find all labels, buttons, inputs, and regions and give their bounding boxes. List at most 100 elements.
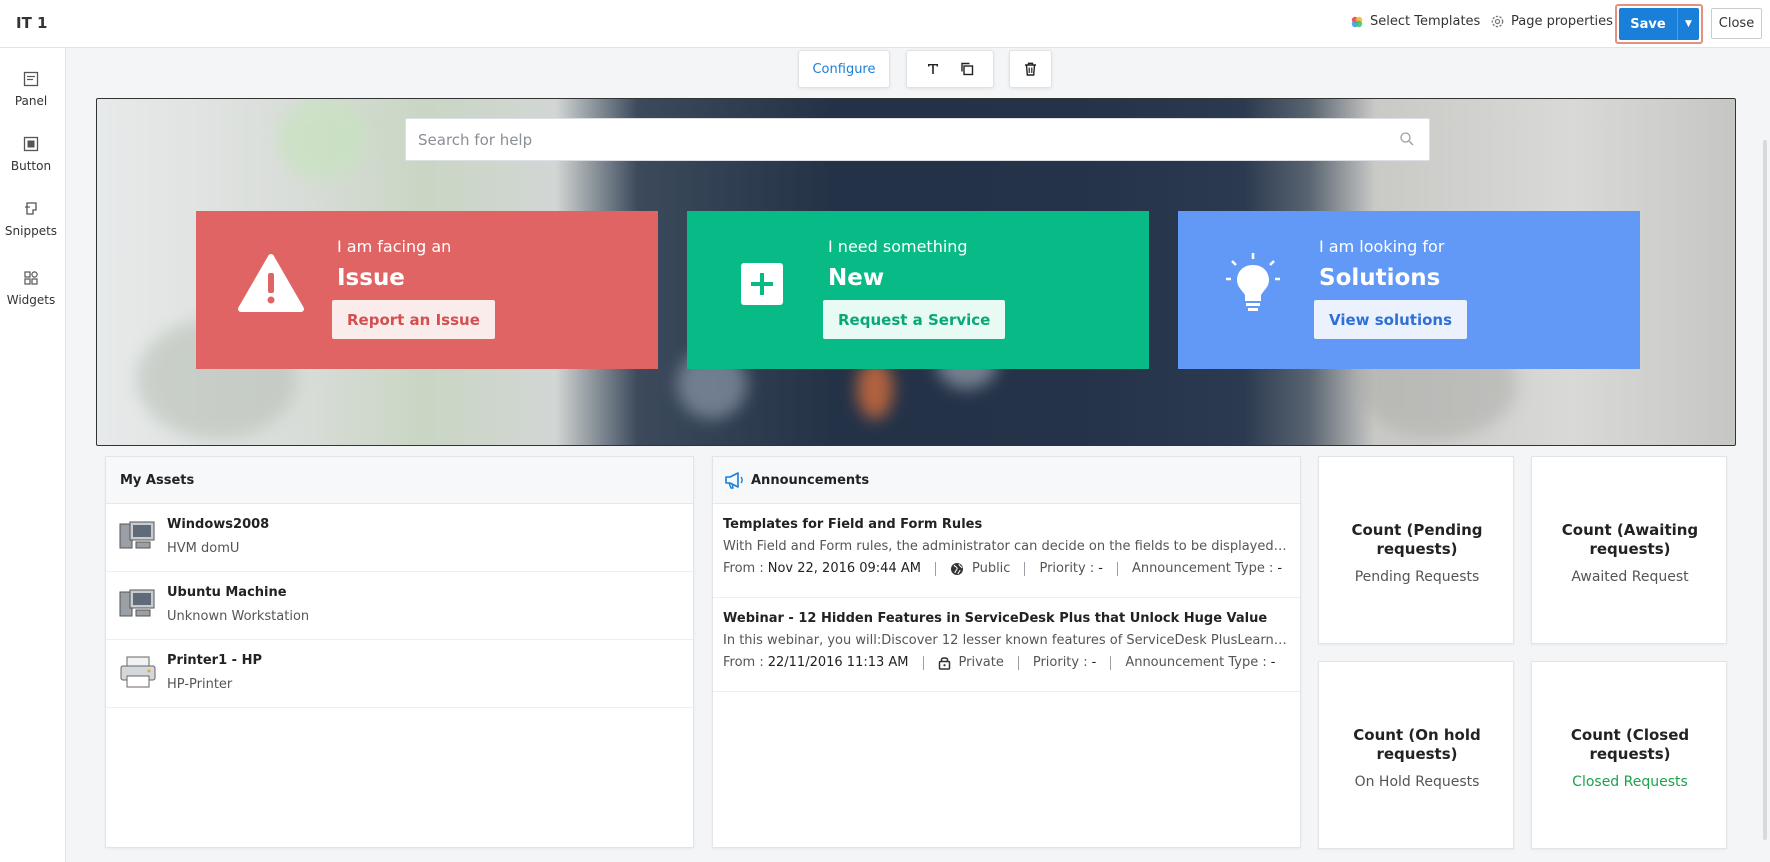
panel-title: My Assets [106, 457, 693, 504]
card-title: Issue [337, 265, 405, 291]
count-awaiting-widget[interactable]: Count (Awaiting requests) Awaited Reques… [1531, 456, 1727, 644]
help-search [405, 118, 1430, 161]
announcement-title: Templates for Field and Form Rules [723, 517, 983, 532]
button-icon [23, 136, 39, 152]
sidebar-item-label: Snippets [4, 224, 58, 238]
count-subtitle: Closed Requests [1572, 774, 1688, 790]
visibility-label: Private [958, 655, 1004, 670]
gear-icon [1491, 15, 1504, 28]
sidebar: Panel Button Snippets Widgets [0, 48, 66, 862]
delete-button[interactable] [1009, 50, 1052, 88]
sidebar-item-widgets[interactable]: Widgets [0, 269, 62, 307]
count-title: Count (On hold requests) [1353, 726, 1481, 763]
card-pretitle: I need something [828, 237, 968, 256]
chevron-down-icon: ▼ [1685, 19, 1692, 29]
search-input[interactable] [406, 119, 1366, 160]
card-title: New [828, 265, 885, 291]
asset-name: Ubuntu Machine [167, 585, 287, 600]
asset-row[interactable]: Windows2008 HVM domU [106, 504, 693, 572]
text-format-icon[interactable] [925, 61, 941, 77]
page-properties-button[interactable]: Page properties [1490, 14, 1613, 29]
from-value: 22/11/2016 11:13 AM [767, 655, 909, 670]
hero-banner: I am facing an Issue Report an Issue I n… [96, 98, 1736, 446]
view-solutions-button[interactable]: View solutions [1314, 300, 1468, 339]
sidebar-item-button[interactable]: Button [0, 135, 62, 173]
widgets-icon [24, 271, 38, 285]
lock-icon [938, 657, 950, 670]
count-closed-widget[interactable]: Count (Closed requests) Closed Requests [1531, 661, 1727, 849]
priority-value: - [1098, 561, 1103, 576]
count-pending-widget[interactable]: Count (Pending requests) Pending Request… [1318, 456, 1514, 644]
solutions-card: I am looking for Solutions View solution… [1178, 211, 1640, 369]
request-service-button[interactable]: Request a Service [823, 300, 1006, 339]
announcement-type-label: Announcement Type : [1131, 561, 1274, 576]
asset-name: Printer1 - HP [167, 653, 262, 668]
announcement-item[interactable]: Webinar - 12 Hidden Features in ServiceD… [713, 598, 1300, 692]
select-templates-button[interactable]: Select Templates [1350, 14, 1480, 29]
announcements-panel: Announcements Templates for Field and Fo… [712, 456, 1301, 848]
close-button[interactable]: Close [1711, 8, 1762, 39]
card-pretitle: I am facing an [337, 237, 452, 256]
snippets-icon [25, 202, 37, 215]
asset-name: Windows2008 [167, 517, 270, 532]
issue-card: I am facing an Issue Report an Issue [196, 211, 658, 369]
announcement-type-value: - [1270, 655, 1276, 670]
priority-label: Priority : [1032, 655, 1088, 670]
save-dropdown-button[interactable]: ▼ [1677, 8, 1699, 40]
asset-type: HVM domU [167, 541, 240, 556]
search-icon[interactable] [1399, 131, 1415, 147]
divider [934, 561, 936, 576]
asset-row[interactable]: Printer1 - HP HP-Printer [106, 640, 693, 708]
count-on-hold-widget[interactable]: Count (On hold requests) On Hold Request… [1318, 661, 1514, 849]
report-issue-button[interactable]: Report an Issue [332, 300, 495, 339]
globe-icon [950, 562, 963, 575]
sidebar-item-snippets[interactable]: Snippets [0, 200, 62, 238]
announcement-item[interactable]: Templates for Field and Form Rules With … [713, 504, 1300, 598]
count-subtitle: Awaited Request [1571, 569, 1689, 585]
color-palette-icon [1351, 16, 1363, 27]
sidebar-item-label: Panel [14, 94, 48, 108]
from-label: From : [723, 561, 764, 576]
asset-type: Unknown Workstation [167, 609, 310, 624]
from-label: From : [723, 655, 764, 670]
announcement-description: With Field and Form rules, the administr… [723, 539, 1288, 554]
asset-row[interactable]: Ubuntu Machine Unknown Workstation [106, 572, 693, 640]
configure-label: Configure [812, 61, 876, 77]
announcement-meta: From : Nov 22, 2016 09:44 AM Public Prio… [723, 561, 1282, 576]
page-title: IT 1 [16, 14, 48, 32]
card-title: Solutions [1319, 265, 1441, 291]
text-tools [906, 50, 994, 88]
divider [922, 655, 924, 670]
divider [1116, 561, 1118, 576]
announcement-type-label: Announcement Type : [1125, 655, 1267, 670]
select-templates-label: Select Templates [1370, 14, 1481, 29]
save-button-highlight: Save ▼ [1615, 4, 1703, 44]
top-header: IT 1 Select Templates Page properties Sa… [0, 0, 1770, 48]
copy-icon[interactable] [959, 61, 975, 77]
background-blur [277, 99, 367, 179]
panel-icon [23, 71, 39, 87]
count-title: Count (Awaiting requests) [1561, 521, 1699, 558]
panel-header: Announcements [713, 457, 1300, 504]
new-request-card: I need something New Request a Service [687, 211, 1149, 369]
count-title: Count (Closed requests) [1570, 726, 1690, 763]
computer-icon [119, 589, 155, 617]
announcement-description: In this webinar, you will:Discover 12 le… [723, 633, 1288, 648]
divider [1017, 655, 1019, 670]
announcement-meta: From : 22/11/2016 11:13 AM Private Prior… [723, 655, 1275, 670]
from-value: Nov 22, 2016 09:44 AM [767, 561, 921, 576]
divider [1110, 655, 1112, 670]
save-button[interactable]: Save [1619, 8, 1677, 40]
divider [1024, 561, 1026, 576]
sidebar-item-label: Widgets [6, 293, 56, 307]
configure-button[interactable]: Configure [798, 50, 890, 88]
sidebar-item-panel[interactable]: Panel [0, 70, 62, 108]
page-scrollbar[interactable] [1763, 140, 1767, 840]
panel-title: Announcements [751, 472, 870, 488]
priority-value: - [1091, 655, 1097, 670]
lightbulb-icon [1226, 253, 1280, 311]
computer-icon [119, 521, 155, 549]
sidebar-item-label: Button [10, 159, 52, 173]
megaphone-icon [725, 472, 743, 489]
count-subtitle: On Hold Requests [1354, 774, 1480, 790]
